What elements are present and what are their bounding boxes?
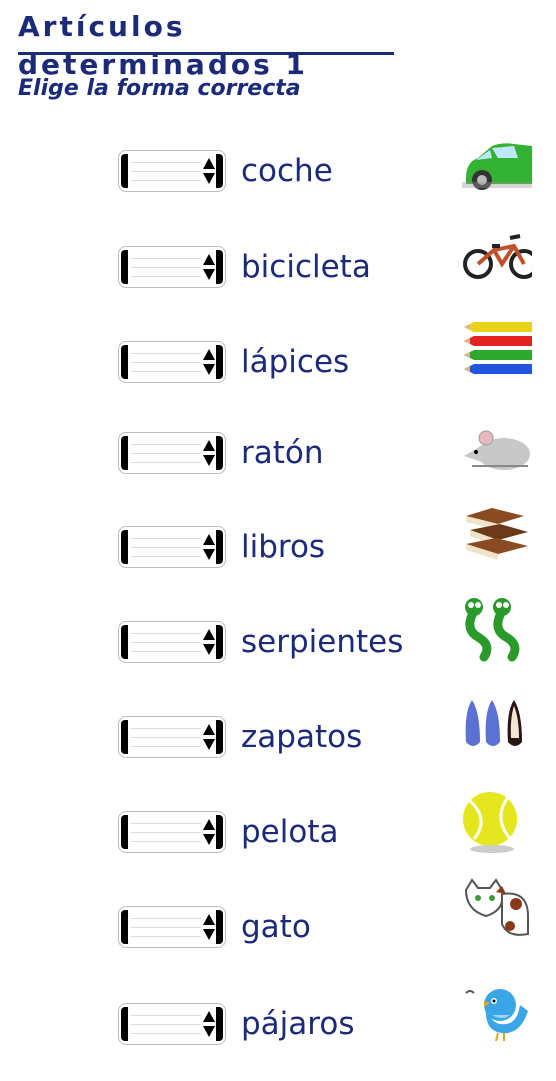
books-icon [462, 502, 532, 572]
exercise-row: pájaros [0, 989, 556, 1081]
shoes-icon [462, 692, 532, 762]
exercise-row: gato [0, 878, 556, 984]
updown-arrows-icon [202, 1010, 216, 1038]
word-label: pelota [241, 814, 339, 850]
word-label: serpientes [241, 624, 404, 660]
bicycle-icon [462, 220, 532, 290]
exercise-row: bicicleta [0, 234, 556, 324]
title-underline [18, 52, 394, 55]
updown-arrows-icon [202, 818, 216, 846]
exercise-row: libros [0, 508, 556, 604]
article-select[interactable] [118, 811, 226, 853]
pencils-icon [462, 317, 532, 387]
word-label: lápices [241, 344, 350, 380]
updown-arrows-icon [202, 348, 216, 376]
word-label: gato [241, 909, 311, 945]
page-title: Artículos determinados 1 [18, 10, 308, 81]
updown-arrows-icon [202, 723, 216, 751]
article-select[interactable] [118, 621, 226, 663]
word-label: zapatos [241, 719, 363, 755]
snakes-icon [462, 595, 532, 665]
updown-arrows-icon [202, 157, 216, 185]
word-label: libros [241, 529, 326, 565]
word-label: coche [241, 153, 333, 189]
word-label: pájaros [241, 1006, 355, 1042]
mouse-icon [462, 416, 532, 486]
article-select[interactable] [118, 150, 226, 192]
article-select[interactable] [118, 716, 226, 758]
article-select[interactable] [118, 526, 226, 568]
updown-arrows-icon [202, 913, 216, 941]
updown-arrows-icon [202, 253, 216, 281]
cat-icon [462, 876, 532, 946]
article-select[interactable] [118, 906, 226, 948]
updown-arrows-icon [202, 533, 216, 561]
ball-icon [462, 785, 532, 855]
word-label: ratón [241, 435, 324, 471]
page-subtitle: Elige la forma correcta [18, 76, 301, 101]
article-select[interactable] [118, 246, 226, 288]
exercise-row: coche [0, 143, 556, 228]
exercise-row: zapatos [0, 700, 556, 794]
exercise-row: lápices [0, 322, 556, 419]
word-label: bicicleta [241, 249, 371, 285]
exercise-row: serpientes [0, 598, 556, 699]
updown-arrows-icon [202, 439, 216, 467]
article-select[interactable] [118, 341, 226, 383]
bird-icon [462, 975, 532, 1045]
updown-arrows-icon [202, 628, 216, 656]
exercise-row: ratón [0, 430, 556, 510]
article-select[interactable] [118, 1003, 226, 1045]
car-icon [462, 126, 532, 196]
article-select[interactable] [118, 432, 226, 474]
